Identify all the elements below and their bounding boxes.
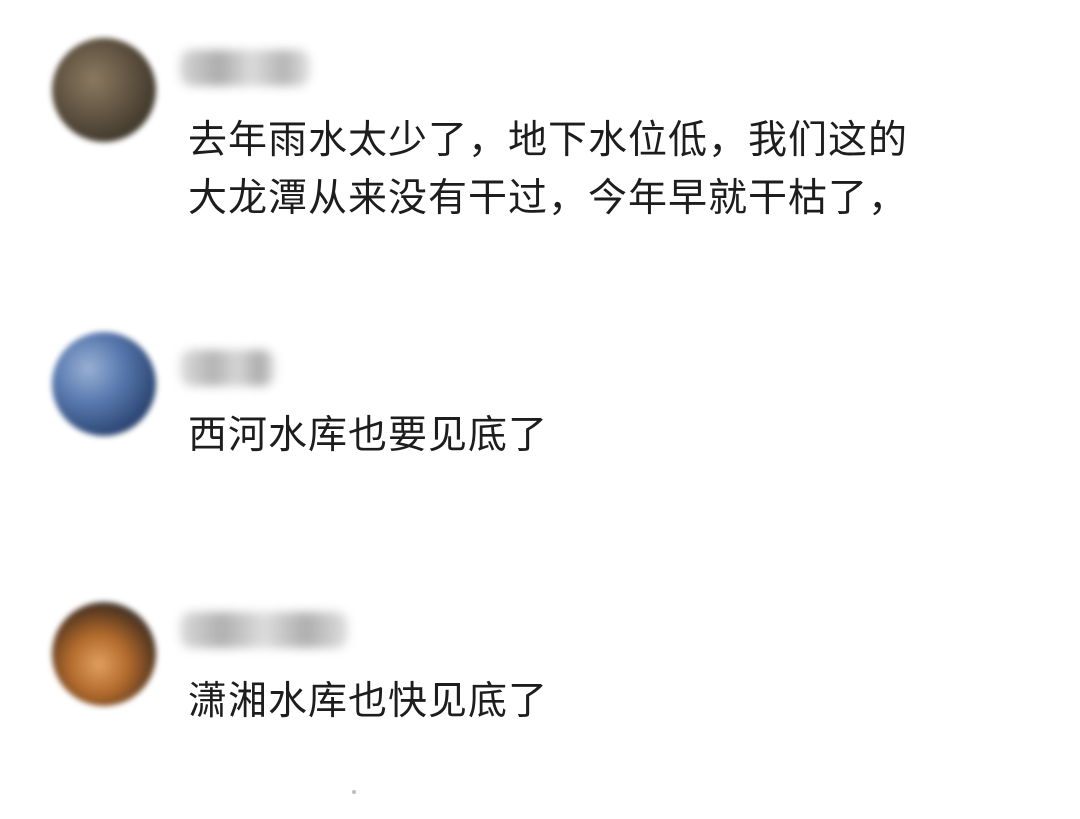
user-avatar[interactable]	[52, 602, 156, 706]
username-blurred[interactable]	[180, 612, 348, 648]
comment-item-3: 潇湘水库也快见底了	[0, 560, 1080, 760]
comment-item-2: 西河水库也要见底了	[0, 300, 1080, 500]
comment-text: 潇湘水库也快见底了	[188, 679, 549, 724]
footer-indicator	[352, 790, 356, 794]
username-blurred[interactable]	[180, 350, 275, 386]
comment-text: 西河水库也要见底了	[188, 413, 549, 458]
username-blurred[interactable]	[180, 50, 310, 86]
user-avatar[interactable]	[52, 332, 156, 436]
user-avatar[interactable]	[52, 38, 156, 142]
comment-text: 去年雨水太少了，地下水位低，我们这的大龙潭从来没有干过，今年早就干枯了，	[188, 118, 909, 221]
comment-item-1: 去年雨水太少了，地下水位低，我们这的大龙潭从来没有干过，今年早就干枯了，	[0, 0, 1080, 300]
